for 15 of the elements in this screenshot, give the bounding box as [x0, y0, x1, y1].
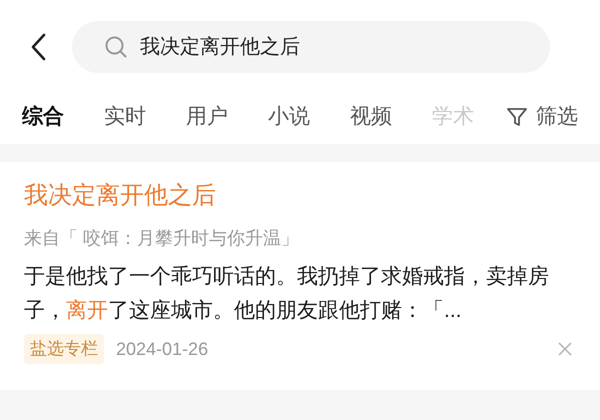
column-tag: 盐选专栏	[24, 334, 104, 364]
tab[interactable]: 视频	[350, 102, 392, 132]
tab[interactable]: 综合	[22, 102, 64, 132]
tab[interactable]: 用户	[186, 102, 228, 132]
search-text: 我决定离开他之后	[140, 35, 300, 60]
tab[interactable]: 小说	[268, 102, 310, 132]
search-field[interactable]: 我决定离开他之后	[72, 21, 550, 73]
tab[interactable]: 实时	[104, 102, 146, 132]
snippet-text: 于是他找了一个乖巧听话的。我扔掉了求婚戒指，卖掉房子，离开了这座城市。他的朋友跟他打赌：「...	[24, 264, 550, 324]
source-text: 来自「 咬饵：月攀升时与你升温」	[24, 227, 300, 250]
filter-button[interactable]: 筛选	[506, 101, 578, 133]
date-text: 2024-01-26	[116, 338, 208, 360]
back-icon[interactable]	[30, 33, 46, 61]
search-icon	[104, 35, 128, 59]
funnel-icon	[506, 106, 528, 128]
